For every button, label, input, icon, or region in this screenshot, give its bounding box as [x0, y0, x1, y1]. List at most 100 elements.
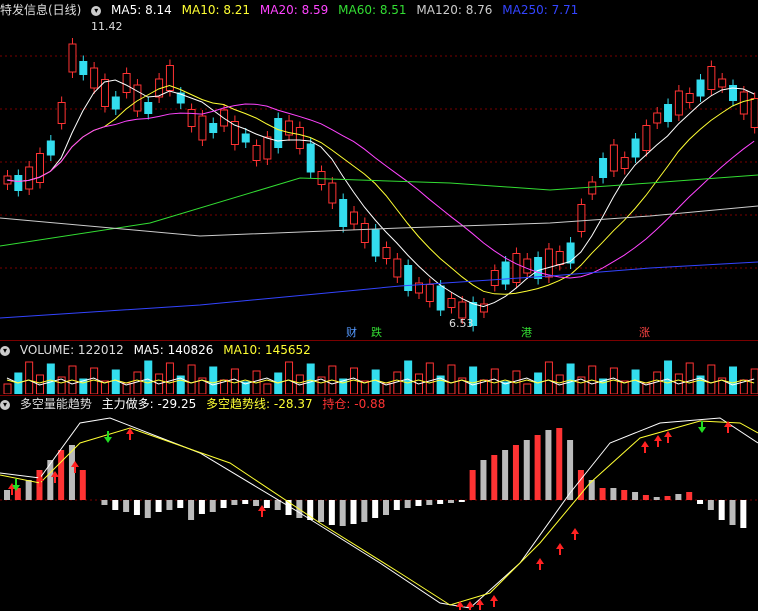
indicator-bar [458, 500, 465, 502]
volume-header: ▾ VOLUME: 122012 MA5: 140826 MA10: 14565… [0, 342, 317, 358]
indicator-bar [469, 470, 476, 500]
trend-line-label: 多空趋势线: -28.37 [206, 397, 313, 411]
candle-body [750, 98, 758, 128]
candle-body [111, 96, 120, 110]
indicator-bar [209, 500, 216, 512]
indicator-bar [328, 500, 335, 525]
volume-ma10-label: MA10: 145652 [223, 343, 311, 357]
volume-bar [685, 362, 694, 394]
candle-body [653, 112, 662, 124]
candle-body [631, 138, 640, 158]
volume-bar [25, 361, 34, 394]
candle-body [447, 298, 456, 308]
volume-bar [3, 383, 12, 394]
indicator-bar [274, 500, 281, 510]
indicator-bar [534, 435, 541, 500]
indicator-bar [166, 500, 173, 510]
candle-body [458, 301, 467, 319]
indicator-bar [350, 500, 357, 524]
candle-body [696, 79, 705, 97]
event-tag-fall[interactable]: 跌 [368, 326, 385, 340]
buy-arrow-icon [556, 543, 564, 555]
candle-body [350, 211, 359, 225]
candle-body [382, 247, 391, 259]
candle-body [306, 143, 315, 173]
candle-body [566, 242, 575, 264]
candle-body [360, 223, 369, 243]
chevron-down-icon[interactable]: ▾ [91, 5, 102, 16]
candle-body [68, 43, 77, 73]
candle-body [436, 285, 445, 311]
indicator-bar [155, 500, 162, 512]
candle-body [620, 157, 629, 169]
indicator-bar [426, 500, 433, 505]
sell-arrow-icon [104, 431, 112, 443]
indicator-bar [437, 500, 444, 504]
candle-body [588, 181, 597, 195]
volume-bar [371, 369, 380, 394]
candle-body [685, 93, 694, 103]
chevron-down-icon[interactable]: ▾ [0, 399, 10, 410]
ma5-label: MA5: 8.14 [111, 3, 172, 17]
candle-body [252, 145, 261, 161]
indicator-bar [697, 500, 704, 504]
stock-title[interactable]: 特发信息(日线) [0, 3, 81, 17]
candle-body [241, 133, 250, 143]
low-price-value: 6.53 [449, 317, 474, 330]
candle-body [523, 258, 532, 274]
indicator-bar [632, 492, 639, 500]
event-tag-rise[interactable]: 涨 [636, 326, 653, 340]
candle-body [144, 102, 153, 114]
buy-arrow-icon [641, 441, 649, 453]
buy-arrow-icon [654, 435, 662, 447]
buy-arrow-icon [664, 431, 672, 443]
volume-bar [425, 362, 434, 394]
volume-bar [165, 362, 174, 394]
candle-body [739, 91, 748, 115]
volume-bar [144, 360, 153, 394]
volume-bar [230, 368, 239, 394]
volume-bar [631, 369, 640, 394]
indicator-bar [577, 470, 584, 500]
indicator-bar [4, 490, 10, 500]
main-force-label: 主力做多: -29.25 [101, 397, 197, 411]
indicator-title: 多空量能趋势 [19, 397, 92, 411]
indicator-bar [177, 500, 184, 508]
volume-bar [404, 360, 413, 394]
indicator-bar [144, 500, 151, 518]
indicator-bar [610, 488, 617, 500]
volume-bar [46, 363, 55, 394]
indicator-bar [188, 500, 195, 520]
volume-bar [469, 366, 478, 394]
buy-arrow-icon [536, 558, 544, 570]
candle-body [317, 171, 326, 185]
volume-chart[interactable] [0, 358, 758, 394]
indicator-bar [339, 500, 346, 526]
event-tag-hk[interactable]: 港 [518, 326, 535, 340]
volume-bar [447, 364, 456, 394]
volume-bar [306, 363, 315, 394]
candle-body [46, 140, 55, 156]
candle-body [263, 136, 272, 160]
indicator-bar [599, 488, 606, 500]
price-chart[interactable] [0, 18, 758, 336]
volume-bar [523, 383, 532, 394]
indicator-bar [123, 500, 130, 512]
volume-bar [209, 366, 218, 394]
candle-body [187, 109, 196, 127]
event-tag-finance[interactable]: 财 [343, 326, 360, 340]
indicator-bar [263, 500, 270, 508]
candle-body [393, 258, 402, 278]
candle-body [14, 175, 23, 191]
indicator-chart[interactable] [0, 413, 758, 610]
indicator-bar [707, 500, 714, 510]
indicator-header: ▾ 多空量能趋势 主力做多: -29.25 多空趋势线: -28.37 持仓: … [0, 396, 391, 412]
buy-arrow-icon [571, 528, 579, 540]
chevron-down-icon[interactable]: ▾ [0, 345, 10, 356]
ma5-line [6, 79, 755, 308]
volume-bar [664, 360, 673, 394]
candle-body [718, 78, 727, 88]
candle-body [534, 257, 543, 279]
volume-ma5-label: MA5: 140826 [133, 343, 214, 357]
indicator-bar [502, 450, 509, 500]
